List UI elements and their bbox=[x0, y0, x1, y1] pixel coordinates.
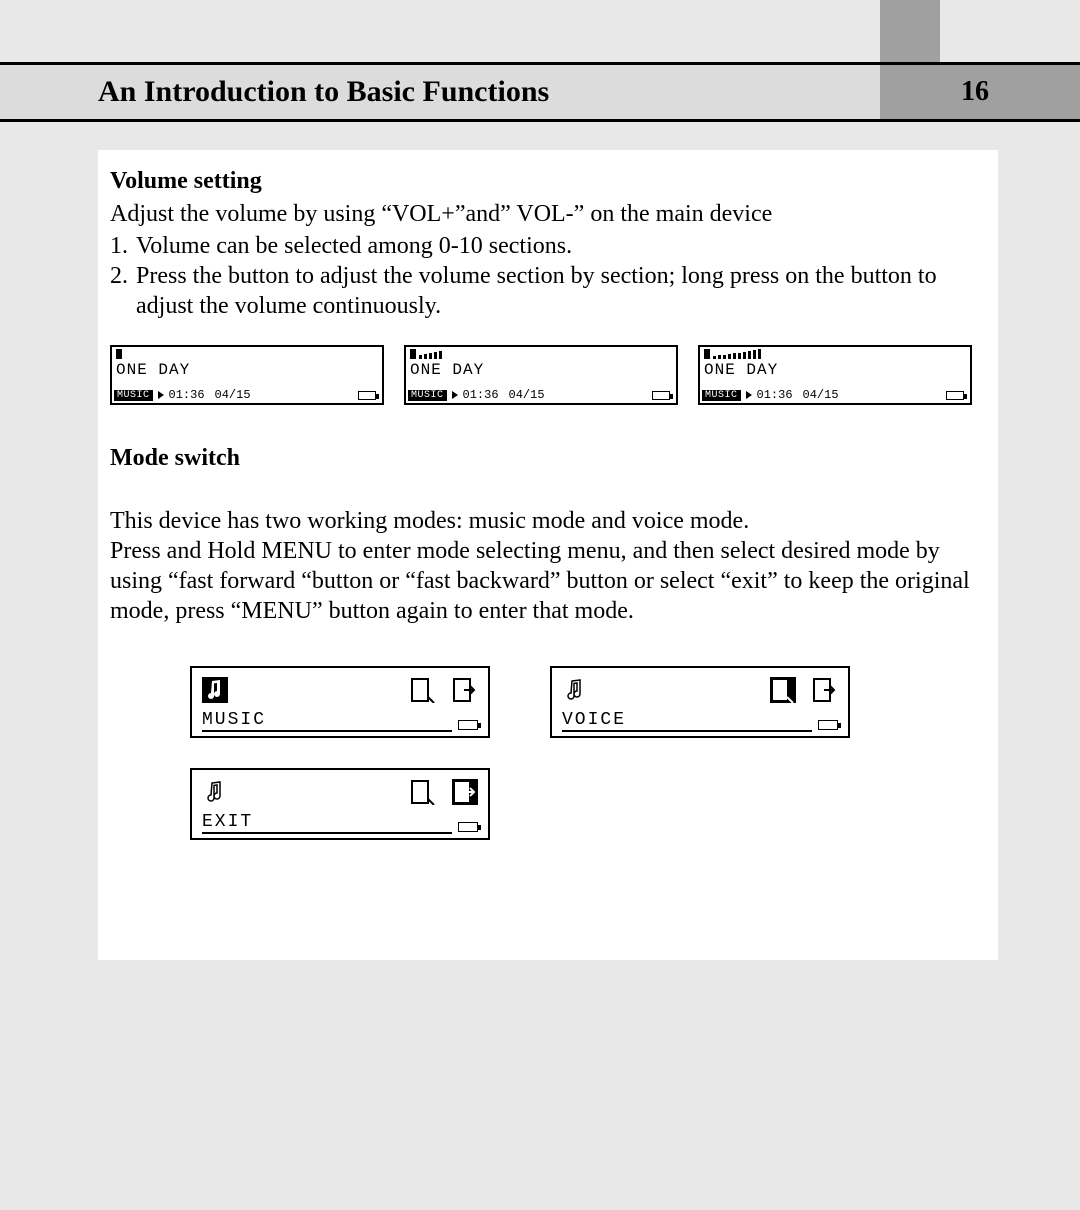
battery-icon bbox=[946, 391, 964, 400]
volume-tick bbox=[424, 354, 427, 359]
mode-heading: Mode switch bbox=[110, 445, 978, 472]
lcd-screen: ONE DAY MUSIC 01:36 04/15 bbox=[404, 345, 678, 405]
music-note-icon bbox=[562, 677, 588, 703]
mode-icon-row bbox=[562, 674, 838, 706]
list-item: 2. Press the button to adjust the volume… bbox=[110, 261, 978, 321]
list-text: Volume can be selected among 0-10 sectio… bbox=[136, 231, 978, 261]
list-number: 2. bbox=[110, 261, 136, 321]
battery-icon bbox=[818, 720, 838, 730]
lcd-time: 01:36 bbox=[463, 388, 499, 402]
lcd-screen: ONE DAY MUSIC 01:36 04/15 bbox=[698, 345, 972, 405]
play-icon bbox=[746, 391, 752, 399]
volume-tick bbox=[743, 352, 746, 359]
lcd-time: 01:36 bbox=[757, 388, 793, 402]
volume-tick bbox=[434, 352, 437, 359]
list-number: 1. bbox=[110, 231, 136, 261]
volume-tick bbox=[753, 350, 756, 359]
mode-icon-row bbox=[202, 674, 478, 706]
play-icon bbox=[452, 391, 458, 399]
volume-list: 1. Volume can be selected among 0-10 sec… bbox=[110, 231, 978, 321]
volume-heading: Volume setting bbox=[110, 168, 978, 195]
lcd-status-bar: MUSIC 01:36 04/15 bbox=[700, 387, 970, 403]
mode-lcd-grid: MUSIC VOICE bbox=[190, 666, 978, 840]
battery-icon bbox=[458, 822, 478, 832]
volume-tick bbox=[758, 349, 761, 359]
lcd-track-index: 04/15 bbox=[215, 388, 251, 402]
speaker-icon bbox=[704, 349, 710, 359]
volume-tick bbox=[723, 355, 726, 359]
volume-indicator bbox=[116, 349, 125, 359]
volume-indicator bbox=[704, 349, 763, 359]
volume-tick bbox=[738, 353, 741, 359]
volume-tick bbox=[718, 355, 721, 359]
volume-tick bbox=[748, 351, 751, 359]
lcd-mode-badge: MUSIC bbox=[702, 390, 741, 401]
lcd-track-name: ONE DAY bbox=[704, 361, 778, 379]
lcd-screen: ONE DAY MUSIC 01:36 04/15 bbox=[110, 345, 384, 405]
page-tab-marker bbox=[880, 0, 940, 62]
lcd-track-index: 04/15 bbox=[803, 388, 839, 402]
mode-label: VOICE bbox=[562, 710, 812, 732]
mode-lcd-music: MUSIC bbox=[190, 666, 490, 738]
exit-door-icon bbox=[452, 677, 478, 703]
volume-intro: Adjust the volume by using “VOL+”and” VO… bbox=[110, 199, 978, 229]
volume-tick bbox=[733, 353, 736, 359]
lcd-track-index: 04/15 bbox=[509, 388, 545, 402]
lcd-mode-badge: MUSIC bbox=[408, 390, 447, 401]
page-content: Volume setting Adjust the volume by usin… bbox=[98, 150, 998, 960]
lcd-time: 01:36 bbox=[169, 388, 205, 402]
voice-mic-icon bbox=[770, 677, 796, 703]
mode-lcd-voice: VOICE bbox=[550, 666, 850, 738]
exit-door-icon bbox=[812, 677, 838, 703]
battery-icon bbox=[358, 391, 376, 400]
lcd-track-name: ONE DAY bbox=[116, 361, 190, 379]
mode-label: MUSIC bbox=[202, 710, 452, 732]
mode-label: EXIT bbox=[202, 812, 452, 834]
play-icon bbox=[158, 391, 164, 399]
volume-tick bbox=[419, 355, 422, 359]
volume-lcd-row: ONE DAY MUSIC 01:36 04/15 ONE DAY MUSIC bbox=[110, 345, 978, 405]
list-text: Press the button to adjust the volume se… bbox=[136, 261, 978, 321]
volume-tick bbox=[728, 354, 731, 359]
lcd-mode-badge: MUSIC bbox=[114, 390, 153, 401]
page-title: An Introduction to Basic Functions bbox=[0, 65, 880, 119]
speaker-icon bbox=[116, 349, 122, 359]
mode-lcd-exit: EXIT bbox=[190, 768, 490, 840]
voice-mic-icon bbox=[410, 677, 436, 703]
exit-door-icon bbox=[452, 779, 478, 805]
page-number: 16 bbox=[880, 65, 1080, 119]
volume-indicator bbox=[410, 349, 444, 359]
lcd-status-bar: MUSIC 01:36 04/15 bbox=[406, 387, 676, 403]
music-note-icon bbox=[202, 779, 228, 805]
volume-tick bbox=[713, 356, 716, 359]
lcd-track-name: ONE DAY bbox=[410, 361, 484, 379]
lcd-status-bar: MUSIC 01:36 04/15 bbox=[112, 387, 382, 403]
battery-icon bbox=[652, 391, 670, 400]
mode-icon-row bbox=[202, 776, 478, 808]
mode-paragraph: This device has two working modes: music… bbox=[110, 506, 978, 626]
battery-icon bbox=[458, 720, 478, 730]
music-note-icon bbox=[202, 677, 228, 703]
volume-tick bbox=[439, 351, 442, 359]
page-header: An Introduction to Basic Functions 16 bbox=[0, 62, 1080, 122]
speaker-icon bbox=[410, 349, 416, 359]
voice-mic-icon bbox=[410, 779, 436, 805]
list-item: 1. Volume can be selected among 0-10 sec… bbox=[110, 231, 978, 261]
volume-tick bbox=[429, 353, 432, 359]
